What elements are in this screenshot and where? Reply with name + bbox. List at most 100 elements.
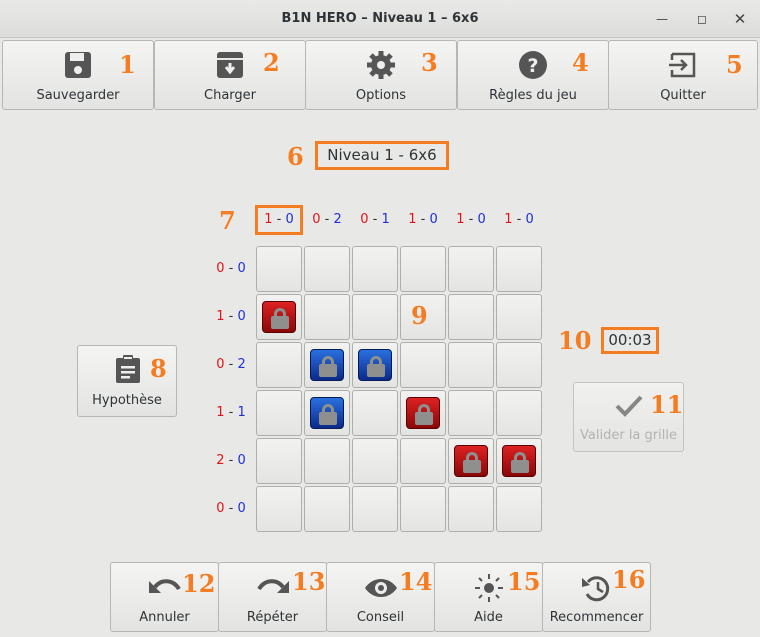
minimize-icon[interactable]: — (653, 10, 671, 28)
rules-label: Règles du jeu (489, 88, 577, 103)
grid-cell[interactable] (352, 294, 398, 340)
column-clue-red: 0 (360, 212, 369, 227)
grid-cell[interactable] (448, 486, 494, 532)
maximize-icon[interactable]: ◻ (693, 10, 711, 28)
hint-label: Conseil (356, 610, 405, 625)
grid-cell[interactable] (400, 342, 446, 388)
marker-1: 1 (119, 50, 136, 79)
grid-cell[interactable] (496, 342, 542, 388)
window-titlebar: B1N HERO – Niveau 1 – 6x6 — ◻ ✕ (0, 0, 760, 38)
column-clue-red: 1 (504, 212, 513, 227)
column-clue-separator: - (512, 212, 526, 227)
row-clue: 1 - 0 (206, 309, 256, 324)
row-clue-blue: 1 (237, 405, 246, 420)
marker-7: 7 (219, 206, 236, 235)
blue-locked-piece (358, 349, 392, 381)
exit-icon (669, 52, 696, 78)
redo-icon (256, 579, 289, 593)
grid-cell[interactable] (496, 246, 542, 292)
row-clue-separator: - (224, 501, 238, 516)
row-clue-red: 2 (216, 453, 225, 468)
save-icon (65, 52, 91, 78)
help-icon: ? (519, 51, 547, 79)
grid-cell[interactable] (256, 342, 302, 388)
help-label: Aide (474, 610, 503, 625)
lock-body (319, 412, 337, 425)
grid-cell[interactable] (256, 486, 302, 532)
grid-cell[interactable] (448, 246, 494, 292)
grid-cell[interactable] (400, 246, 446, 292)
grid-cell[interactable] (448, 294, 494, 340)
window-title: B1N HERO – Niveau 1 – 6x6 (281, 11, 479, 26)
column-clue-blue: 0 (429, 212, 438, 227)
marker-11: 11 (650, 390, 684, 419)
column-clue-separator: - (320, 212, 334, 227)
column-clue-blue: 2 (333, 212, 342, 227)
grid-cell[interactable] (256, 390, 302, 436)
grid-cell[interactable] (400, 486, 446, 532)
lock-body (511, 460, 529, 473)
close-icon[interactable]: ✕ (731, 10, 749, 28)
column-clue-blue: 0 (477, 212, 486, 227)
row-clue-separator: - (224, 453, 238, 468)
row-clue-blue: 0 (237, 453, 246, 468)
marker-5: 5 (726, 50, 743, 79)
grid-cell[interactable] (304, 486, 350, 532)
grid-cell[interactable] (352, 438, 398, 484)
column-clue-red: 1 (408, 212, 417, 227)
lock-body (271, 316, 289, 329)
grid-cell[interactable] (304, 294, 350, 340)
load-button[interactable]: Charger (154, 40, 306, 110)
hypothesis-label: Hypothèse (92, 393, 162, 408)
marker-6: 6 (287, 142, 304, 171)
grid-cell[interactable] (304, 246, 350, 292)
grid-cell[interactable] (256, 438, 302, 484)
row-clue-separator: - (224, 357, 238, 372)
row-clue-red: 1 (216, 309, 225, 324)
grid-cell[interactable] (352, 486, 398, 532)
grid-cell[interactable] (448, 390, 494, 436)
grid-cell[interactable] (400, 438, 446, 484)
grid-cell[interactable] (304, 438, 350, 484)
row-clue-separator: - (224, 309, 238, 324)
brightness-icon (474, 574, 503, 602)
grid-cell[interactable] (400, 390, 446, 436)
redo-label: Répéter (246, 610, 299, 625)
column-clue-separator: - (272, 212, 286, 227)
grid-cell[interactable] (448, 342, 494, 388)
grid-cell[interactable] (352, 342, 398, 388)
lock-body (415, 412, 433, 425)
row-clue-red: 0 (216, 501, 225, 516)
grid-cell[interactable] (352, 246, 398, 292)
marker-12: 12 (182, 569, 216, 598)
grid-cell[interactable] (496, 438, 542, 484)
undo-label: Annuler (139, 610, 190, 625)
checkmark-icon (615, 395, 643, 417)
lock-body (367, 364, 385, 377)
marker-13: 13 (292, 567, 326, 596)
grid-cell[interactable] (448, 438, 494, 484)
grid-cell[interactable] (256, 294, 302, 340)
eye-icon (364, 579, 397, 597)
red-locked-piece (406, 397, 440, 429)
grid-cell[interactable] (496, 294, 542, 340)
column-clue: 1 - 0 (399, 212, 447, 227)
marker-14: 14 (399, 567, 433, 596)
lock-body (463, 460, 481, 473)
row-clue-red: 1 (216, 405, 225, 420)
grid-cell[interactable] (496, 486, 542, 532)
load-label: Charger (204, 88, 256, 103)
blue-locked-piece (310, 397, 344, 429)
marker-3: 3 (421, 48, 438, 77)
blue-locked-piece (310, 349, 344, 381)
grid-cell[interactable] (256, 246, 302, 292)
grid-cell[interactable] (352, 390, 398, 436)
grid-cell[interactable] (304, 390, 350, 436)
quit-label: Quitter (660, 88, 706, 103)
grid-cell[interactable] (304, 342, 350, 388)
row-clue-blue: 0 (237, 261, 246, 276)
grid-cell[interactable] (496, 390, 542, 436)
column-clue-red: 0 (312, 212, 321, 227)
red-locked-piece (502, 445, 536, 477)
column-clue: 0 - 2 (303, 212, 351, 227)
